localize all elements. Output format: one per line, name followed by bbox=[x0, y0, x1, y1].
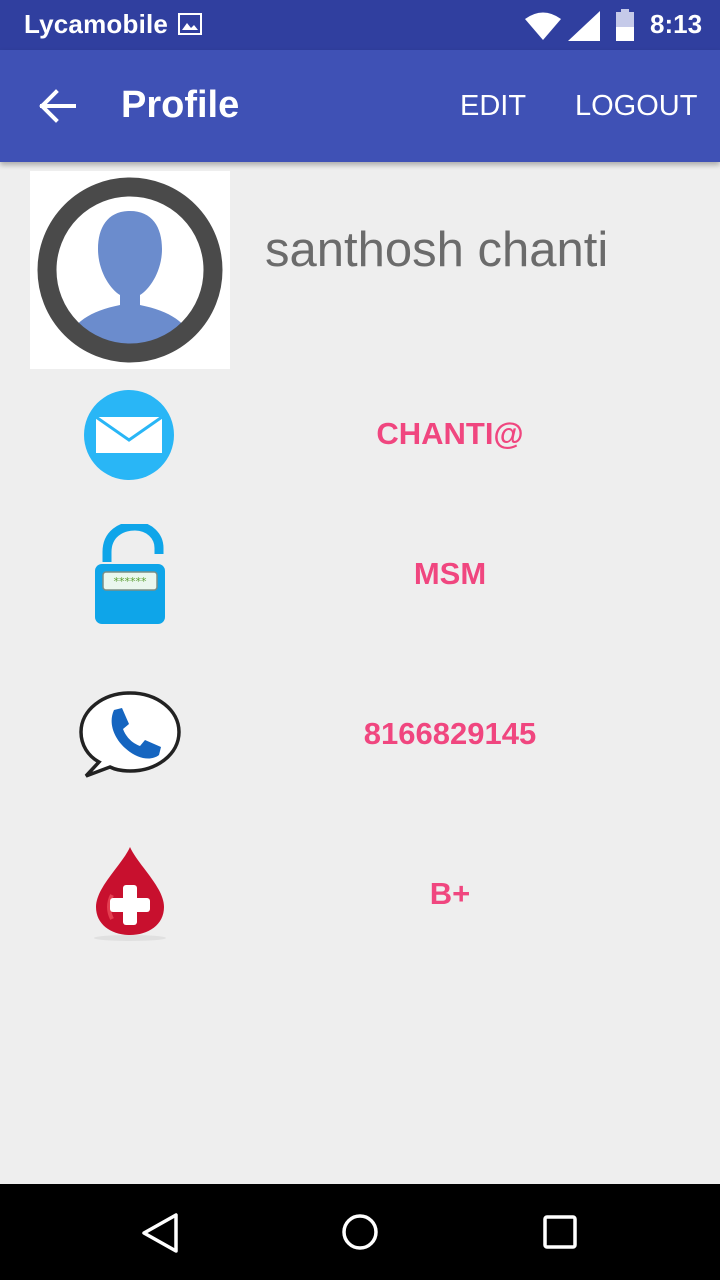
lock-icon: ****** bbox=[93, 521, 167, 631]
app-bar: Profile EDIT LOGOUT bbox=[0, 50, 720, 162]
signal-icon bbox=[568, 11, 600, 46]
wifi-icon bbox=[524, 12, 562, 45]
home-nav-icon[interactable] bbox=[300, 1184, 420, 1280]
recents-nav-icon[interactable] bbox=[500, 1184, 620, 1280]
page-title: Profile bbox=[121, 84, 240, 126]
carrier-name: Lycamobile bbox=[24, 9, 169, 39]
back-nav-icon[interactable] bbox=[100, 1184, 220, 1280]
edit-button[interactable]: EDIT bbox=[460, 90, 526, 123]
back-arrow-icon[interactable] bbox=[38, 88, 78, 124]
mail-icon bbox=[84, 390, 174, 485]
profile-name: santhosh chanti bbox=[265, 223, 609, 277]
image-notification-icon bbox=[178, 13, 202, 35]
battery-icon bbox=[615, 9, 635, 46]
blood-group-value: B+ bbox=[429, 876, 471, 911]
navigation-bar bbox=[0, 1184, 720, 1280]
phone-value: 8166829145 bbox=[363, 716, 537, 751]
status-bar: Lycamobile 8:13 bbox=[0, 0, 720, 50]
logout-button[interactable]: LOGOUT bbox=[575, 90, 697, 123]
phone-icon bbox=[78, 690, 182, 783]
clock: 8:13 bbox=[650, 9, 703, 39]
email-value: CHANTI@ bbox=[376, 416, 524, 451]
avatar[interactable] bbox=[30, 171, 230, 369]
svg-text:******: ****** bbox=[114, 575, 148, 588]
blood-drop-icon bbox=[92, 845, 168, 948]
password-value: MSM bbox=[413, 556, 487, 591]
